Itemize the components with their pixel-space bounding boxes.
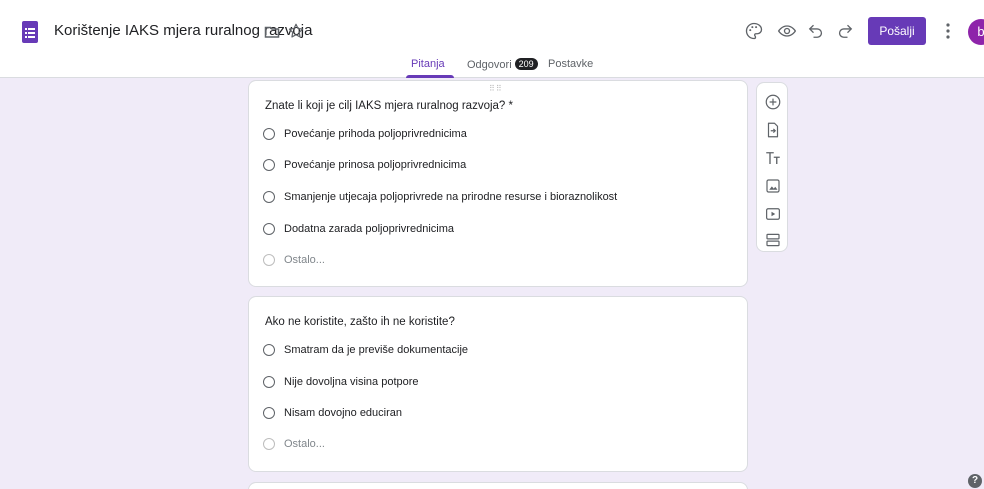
more-options-icon[interactable]: [943, 21, 953, 41]
radio-option-other[interactable]: Ostalo...: [263, 251, 325, 267]
radio-option[interactable]: Povećanje prinosa poljoprivrednicima: [263, 156, 466, 172]
radio-button[interactable]: [263, 253, 275, 266]
question-card[interactable]: ⠿⠿ Znate li koji je cilj IAKS mjera rura…: [248, 80, 748, 287]
option-label: Nisam dovojno educiran: [284, 406, 403, 419]
tab-responses-label: Odgovori: [467, 59, 512, 71]
radio-option[interactable]: Nije dovoljna visina potpore: [263, 373, 419, 389]
add-video-icon[interactable]: [764, 205, 782, 223]
add-section-icon[interactable]: [764, 231, 782, 249]
option-label: Povećanje prihoda poljoprivrednicima: [284, 127, 467, 140]
radio-button[interactable]: [263, 406, 275, 419]
option-label: Dodatna zarada poljoprivrednicima: [284, 222, 454, 235]
tab-questions-label: Pitanja: [411, 58, 445, 70]
help-icon[interactable]: ?: [968, 474, 982, 488]
radio-option[interactable]: Smanjenje utjecaja poljoprivrede na prir…: [263, 188, 617, 204]
radio-button[interactable]: [263, 222, 275, 235]
add-title-icon[interactable]: [764, 149, 782, 167]
radio-button[interactable]: [263, 343, 275, 356]
add-question-icon[interactable]: [764, 93, 782, 111]
question-title: Ako ne koristite, zašto ih ne koristite?: [265, 316, 455, 328]
avatar[interactable]: b: [968, 19, 984, 45]
star-icon[interactable]: [287, 22, 305, 40]
radio-button[interactable]: [263, 375, 275, 388]
import-questions-icon[interactable]: [764, 121, 782, 139]
radio-option[interactable]: Povećanje prihoda poljoprivrednicima: [263, 125, 467, 141]
forms-logo-icon[interactable]: [22, 21, 38, 43]
palette-icon[interactable]: [744, 21, 764, 41]
preview-eye-icon[interactable]: [777, 21, 797, 41]
active-tab-indicator: [406, 75, 454, 78]
question-card[interactable]: Ako ne koristite, zašto ih ne koristite?…: [248, 296, 748, 472]
option-label-other: Ostalo...: [284, 253, 325, 266]
radio-button[interactable]: [263, 190, 275, 203]
option-label: Povećanje prinosa poljoprivrednicima: [284, 158, 467, 171]
folder-icon[interactable]: [264, 24, 280, 40]
question-title: Znate li koji je cilj IAKS mjera ruralno…: [265, 100, 513, 112]
radio-option-other[interactable]: Ostalo...: [263, 435, 325, 451]
radio-button[interactable]: [263, 437, 275, 450]
radio-option[interactable]: Smatram da je previše dokumentacije: [263, 341, 468, 357]
tab-settings[interactable]: Postavke: [548, 58, 593, 70]
responses-count-badge: 209: [514, 58, 538, 70]
add-image-icon[interactable]: [764, 177, 782, 195]
tab-questions[interactable]: Pitanja: [411, 58, 445, 70]
drag-handle-icon[interactable]: ⠿⠿: [489, 84, 503, 93]
send-button[interactable]: Pošalji: [868, 17, 926, 45]
tab-responses[interactable]: Odgovori 209: [467, 58, 538, 71]
option-label: Smanjenje utjecaja poljoprivrede na prir…: [284, 190, 618, 203]
option-label-other: Ostalo...: [284, 437, 325, 450]
side-toolbar: [756, 82, 788, 252]
radio-option[interactable]: Nisam dovojno educiran: [263, 404, 402, 420]
option-label: Nije dovoljna visina potpore: [284, 375, 419, 388]
redo-icon[interactable]: [835, 21, 855, 41]
radio-button[interactable]: [263, 127, 275, 140]
tab-settings-label: Postavke: [548, 58, 594, 70]
question-card[interactable]: [248, 482, 748, 489]
undo-icon[interactable]: [806, 21, 826, 41]
top-bar: Korištenje IAKS mjera ruralnog razvoja P…: [0, 0, 984, 78]
radio-button[interactable]: [263, 158, 275, 171]
option-label: Smatram da je previše dokumentacije: [284, 343, 469, 356]
radio-option[interactable]: Dodatna zarada poljoprivrednicima: [263, 220, 454, 236]
